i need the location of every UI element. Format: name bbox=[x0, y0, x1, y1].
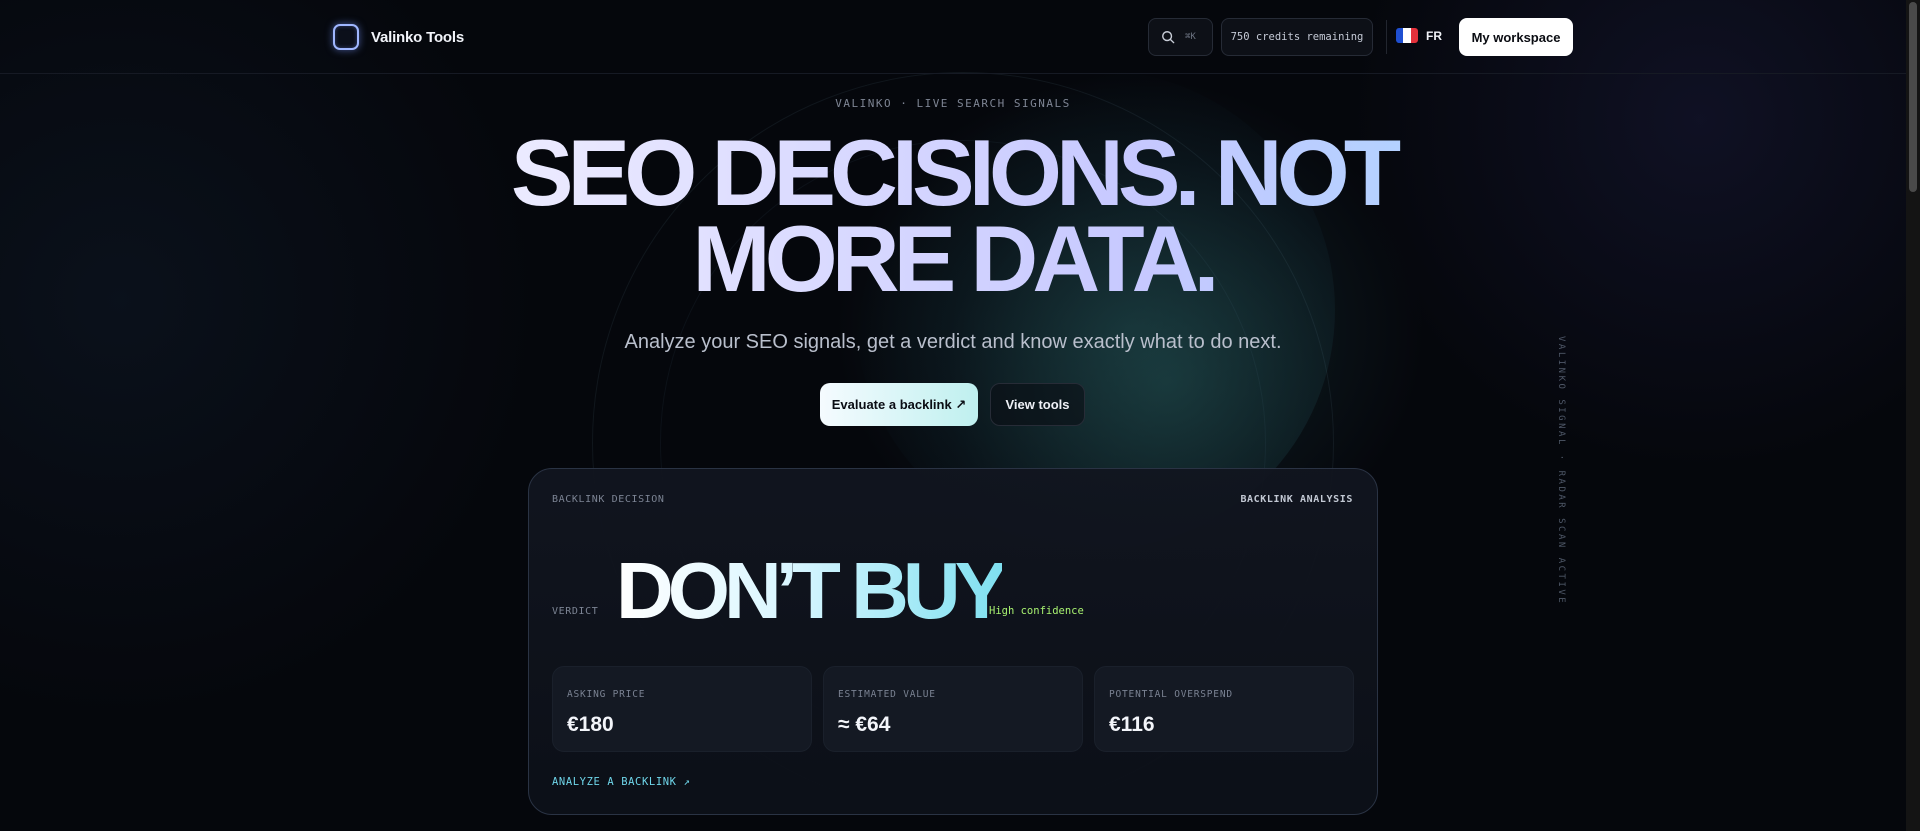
stat-value: ≈ €64 bbox=[838, 713, 891, 736]
stat-label: POTENTIAL OVERSPEND bbox=[1109, 689, 1233, 700]
hero-subtitle: Analyze your SEO signals, get a verdict … bbox=[624, 331, 1282, 353]
verdict-text: DON’T BUY bbox=[616, 546, 1008, 635]
page-scrollbar[interactable] bbox=[1906, 0, 1920, 831]
analyze-backlink-link[interactable]: ANALYZE A BACKLINK ↗ bbox=[552, 776, 690, 788]
backlink-decision-card: BACKLINK DECISION BACKLINK ANALYSIS VERD… bbox=[528, 468, 1378, 815]
flag-fr-icon bbox=[1396, 28, 1418, 43]
search-icon bbox=[1162, 31, 1175, 44]
stat-value: €116 bbox=[1109, 713, 1155, 736]
stat-estimated-value: ESTIMATED VALUE ≈ €64 bbox=[823, 666, 1083, 752]
headline-line-1: SEO DECISIONS. NOT bbox=[0, 126, 1906, 220]
evaluate-backlink-button[interactable]: Evaluate a backlink ↗ bbox=[820, 383, 978, 426]
brand[interactable]: Valinko Tools bbox=[333, 24, 464, 50]
card-label: BACKLINK DECISION bbox=[552, 494, 665, 505]
search-button[interactable]: ⌘K bbox=[1148, 18, 1213, 56]
scrollbar-thumb[interactable] bbox=[1909, 2, 1917, 192]
my-workspace-button[interactable]: My workspace bbox=[1459, 18, 1573, 56]
top-bar: Valinko Tools ⌘K 750 credits remaining F… bbox=[0, 0, 1906, 74]
logo-icon bbox=[333, 24, 359, 50]
view-tools-button[interactable]: View tools bbox=[990, 383, 1085, 426]
brand-name: Valinko Tools bbox=[371, 28, 464, 46]
stat-label: ESTIMATED VALUE bbox=[838, 689, 936, 700]
header-divider bbox=[1386, 20, 1387, 54]
hero-eyebrow: VALINKO · LIVE SEARCH SIGNALS bbox=[835, 97, 1071, 110]
stat-value: €180 bbox=[567, 713, 614, 736]
language-label: FR bbox=[1426, 28, 1442, 43]
stat-asking-price: ASKING PRICE €180 bbox=[552, 666, 812, 752]
hero-headline: SEO DECISIONS. NOT MORE DATA. bbox=[0, 126, 1906, 306]
stat-potential-overspend: POTENTIAL OVERSPEND €116 bbox=[1094, 666, 1354, 752]
confidence-badge: High confidence bbox=[989, 605, 1084, 617]
search-shortcut: ⌘K bbox=[1185, 32, 1196, 42]
radar-status-text: VALINKO SIGNAL · RADAR SCAN ACTIVE bbox=[1556, 336, 1566, 606]
headline-line-2: MORE DATA. bbox=[0, 212, 1906, 306]
verdict-label: VERDICT bbox=[552, 606, 599, 617]
stat-label: ASKING PRICE bbox=[567, 689, 646, 700]
language-switcher[interactable]: FR bbox=[1396, 28, 1442, 43]
credits-badge[interactable]: 750 credits remaining bbox=[1221, 18, 1373, 56]
card-tag: BACKLINK ANALYSIS bbox=[1240, 494, 1353, 505]
